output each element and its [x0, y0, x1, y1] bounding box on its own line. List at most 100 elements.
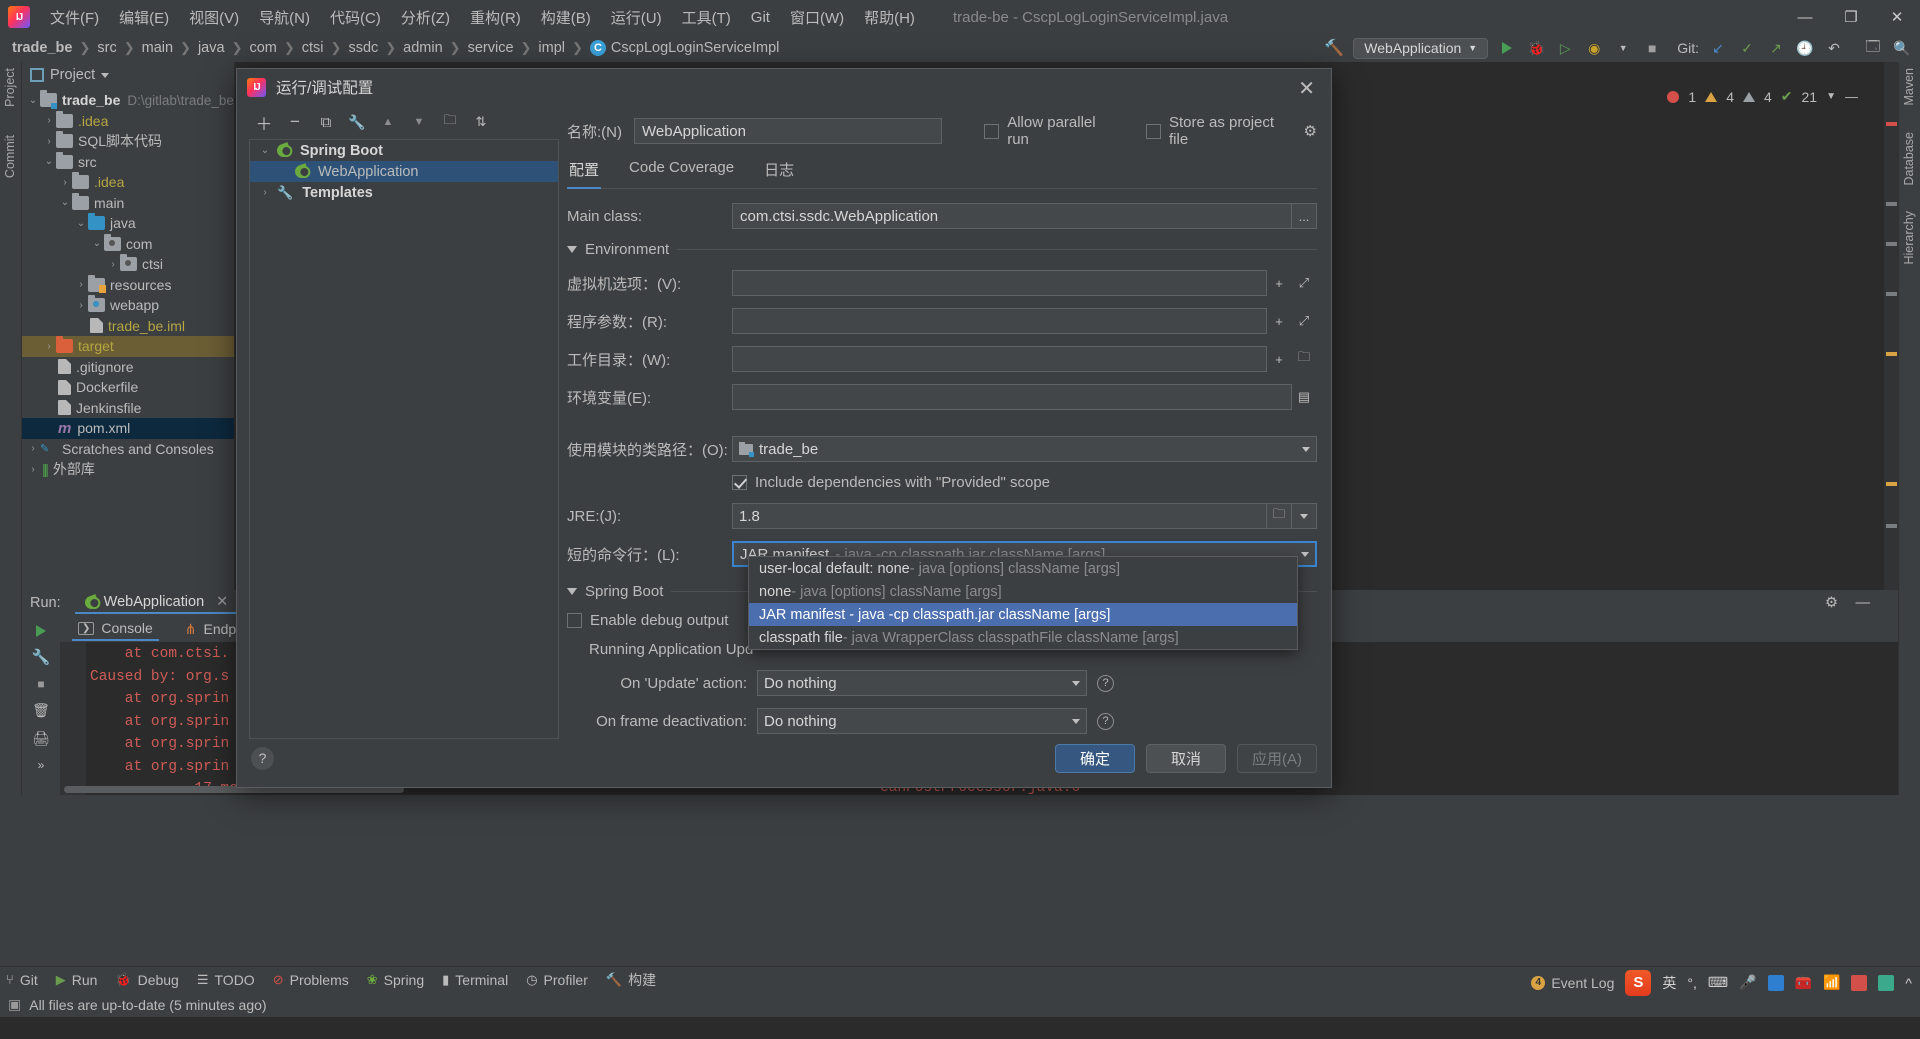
- chevron-down-icon[interactable]: [101, 72, 110, 78]
- run-debug-configurations-dialog[interactable]: 运行/调试配置 ✕ ＋ − ⧉ 🔧 ▲ ▼ 🗀 ⇅ ⌄ Spring Boot We…: [236, 68, 1332, 788]
- configurations-tree[interactable]: ⌄ Spring Boot WebApplication › 🔧 Templates: [249, 139, 559, 739]
- notification-tray-icon[interactable]: [1851, 974, 1868, 991]
- sort-alphabetically-icon[interactable]: ⇅: [472, 113, 490, 131]
- breadcrumb-item-admin[interactable]: admin: [403, 40, 443, 56]
- sidebar-item-commit[interactable]: Commit: [0, 129, 20, 184]
- print-icon[interactable]: 🖨: [32, 730, 50, 747]
- project-panel-header[interactable]: Project: [22, 62, 234, 88]
- breadcrumb-item-main[interactable]: main: [142, 40, 173, 56]
- search-icon[interactable]: 🔍: [1892, 38, 1912, 58]
- profile-button[interactable]: ◉: [1584, 38, 1604, 58]
- program-args-add-icon[interactable]: +: [1266, 308, 1292, 334]
- tree-row[interactable]: ⌄ trade_be D:\gitlab\trade_be: [22, 90, 234, 111]
- menu-bar[interactable]: 文件(F) 编辑(E) 视图(V) 导航(N) 代码(C) 分析(Z) 重构(R) 构建(B)…: [40, 3, 925, 32]
- chevron-down-icon[interactable]: ⌄: [58, 197, 72, 208]
- tree-row[interactable]: ⌄ src: [22, 151, 234, 173]
- config-tree-row[interactable]: ⌄ Spring Boot: [250, 140, 558, 161]
- on-frame-deactivation-help-icon[interactable]: ?: [1097, 712, 1114, 730]
- shorten-commandline-dropdown[interactable]: user-local default: none - java [options…: [748, 556, 1298, 650]
- window-controls[interactable]: — ❐ ✕: [1782, 0, 1920, 34]
- jre-dropdown-button[interactable]: [1291, 503, 1317, 529]
- git-commit-icon[interactable]: ✓: [1737, 38, 1757, 58]
- breadcrumb-item-trade_be[interactable]: trade_be: [12, 40, 72, 56]
- tree-row[interactable]: ⌄ main: [22, 192, 234, 214]
- bottom-tab-terminal[interactable]: ▮ Terminal: [442, 972, 508, 988]
- on-update-action-combo[interactable]: Do nothing: [757, 670, 1087, 696]
- os-taskbar[interactable]: [0, 1017, 1920, 1039]
- module-classpath-combo[interactable]: trade_be: [732, 436, 1317, 462]
- undo-icon[interactable]: ↶: [1824, 38, 1844, 58]
- sogou-ime-icon[interactable]: S: [1625, 969, 1652, 996]
- editor-marker-gutter[interactable]: [1884, 62, 1898, 590]
- on-update-action-help-icon[interactable]: ?: [1097, 674, 1114, 692]
- info-marker[interactable]: [1886, 242, 1897, 246]
- menu-item-3[interactable]: 导航(N): [249, 3, 320, 32]
- chevron-right-icon[interactable]: ›: [74, 300, 88, 311]
- breadcrumb-item-ssdc[interactable]: ssdc: [348, 40, 378, 56]
- chevron-down-icon[interactable]: ▼: [1826, 91, 1836, 102]
- dropdown-option-0[interactable]: user-local default: none - java [options…: [749, 557, 1297, 580]
- tree-row[interactable]: trade_be.iml: [22, 316, 234, 337]
- tree-row[interactable]: ⌄ java: [22, 213, 234, 234]
- search-everywhere-icon[interactable]: 🗔: [1863, 38, 1883, 58]
- name-input[interactable]: WebApplication: [634, 118, 943, 144]
- edit-templates-icon[interactable]: 🔧: [348, 113, 366, 131]
- chevron-right-icon[interactable]: ›: [42, 341, 56, 352]
- run-panel-toolbar[interactable]: 🔧 ■ 🗑 🖨 »: [22, 616, 60, 795]
- tree-row[interactable]: › ctsi: [22, 254, 234, 275]
- environment-section-header[interactable]: Environment: [567, 241, 1317, 258]
- tree-row[interactable]: m pom.xml: [22, 418, 234, 439]
- tree-row[interactable]: › resources: [22, 274, 234, 296]
- working-directory-add-icon[interactable]: +: [1266, 346, 1292, 372]
- tree-row[interactable]: › webapp: [22, 295, 234, 316]
- breadcrumb-item-impl[interactable]: impl: [538, 40, 565, 56]
- store-as-project-file-checkbox[interactable]: Store as project file: [1145, 114, 1283, 148]
- info-marker[interactable]: [1886, 292, 1897, 296]
- keyboard-tray-icon[interactable]: [1767, 974, 1784, 991]
- tab-code-coverage[interactable]: Code Coverage: [627, 155, 736, 189]
- trash-icon[interactable]: 🗑: [32, 702, 50, 719]
- config-tree-row[interactable]: WebApplication: [250, 161, 558, 182]
- main-class-input[interactable]: com.ctsi.ssdc.WebApplication: [732, 203, 1292, 229]
- remove-icon[interactable]: −: [286, 112, 304, 131]
- breadcrumb-current-file[interactable]: CscpLogLoginServiceImpl: [611, 40, 779, 56]
- menu-item-9[interactable]: 工具(T): [672, 3, 741, 32]
- menu-item-11[interactable]: 窗口(W): [780, 3, 854, 32]
- breadcrumb[interactable]: trade_be ❯ src ❯ main ❯ java ❯ com ❯ ctsi ❯ ssdc ❯ adm…: [12, 40, 590, 56]
- apply-button[interactable]: 应用(A): [1237, 743, 1317, 773]
- toolbox-tray-icon[interactable]: 🧰: [1795, 974, 1812, 991]
- network-tray-icon[interactable]: 📶: [1823, 974, 1840, 991]
- breadcrumb-item-java[interactable]: java: [198, 40, 225, 56]
- stop-icon[interactable]: ■: [37, 677, 44, 691]
- run-with-coverage-button[interactable]: ▷: [1555, 38, 1575, 58]
- vm-options-expand-icon[interactable]: ⤢: [1291, 270, 1317, 296]
- working-directory-folder-icon[interactable]: 🗀: [1291, 346, 1317, 372]
- chevron-right-icon[interactable]: ›: [42, 136, 56, 147]
- menu-item-12[interactable]: 帮助(H): [854, 3, 925, 32]
- bottom-tab-problems[interactable]: ⊘ Problems: [273, 972, 349, 988]
- ok-button[interactable]: 确定: [1055, 743, 1135, 773]
- env-vars-browse-icon[interactable]: ▤: [1291, 384, 1317, 410]
- chevron-right-icon[interactable]: ›: [74, 279, 88, 290]
- menu-item-10[interactable]: Git: [741, 5, 780, 30]
- move-down-icon[interactable]: ▼: [410, 113, 428, 131]
- settings-wrench-icon[interactable]: 🔧: [32, 648, 51, 666]
- bottom-tab-git[interactable]: ⑂ Git: [6, 972, 38, 988]
- add-icon[interactable]: ＋: [255, 113, 273, 134]
- git-update-icon[interactable]: ↙: [1708, 38, 1728, 58]
- bottom-tab-todo[interactable]: ☰ TODO: [197, 972, 255, 988]
- collapse-triangle-icon[interactable]: [567, 246, 577, 253]
- chevron-down-icon[interactable]: ⌄: [42, 156, 56, 167]
- bottom-tab-debug[interactable]: 🐞 Debug: [115, 972, 178, 988]
- menu-item-7[interactable]: 构建(B): [531, 3, 601, 32]
- event-log[interactable]: 4 Event Log: [1531, 975, 1614, 991]
- dialog-close-button[interactable]: ✕: [1292, 77, 1321, 101]
- tree-row[interactable]: Dockerfile: [22, 377, 234, 398]
- enable-debug-output-checkbox[interactable]: Enable debug output: [567, 612, 728, 629]
- warning-marker[interactable]: [1886, 482, 1897, 486]
- bottom-tab-spring[interactable]: ❀ Spring: [367, 972, 424, 988]
- tree-row[interactable]: › ||| 外部库: [22, 459, 234, 480]
- debug-button[interactable]: 🐞: [1526, 38, 1546, 58]
- tab-logs[interactable]: 日志: [762, 155, 796, 189]
- include-provided-checkbox[interactable]: Include dependencies with "Provided" sco…: [732, 474, 1050, 491]
